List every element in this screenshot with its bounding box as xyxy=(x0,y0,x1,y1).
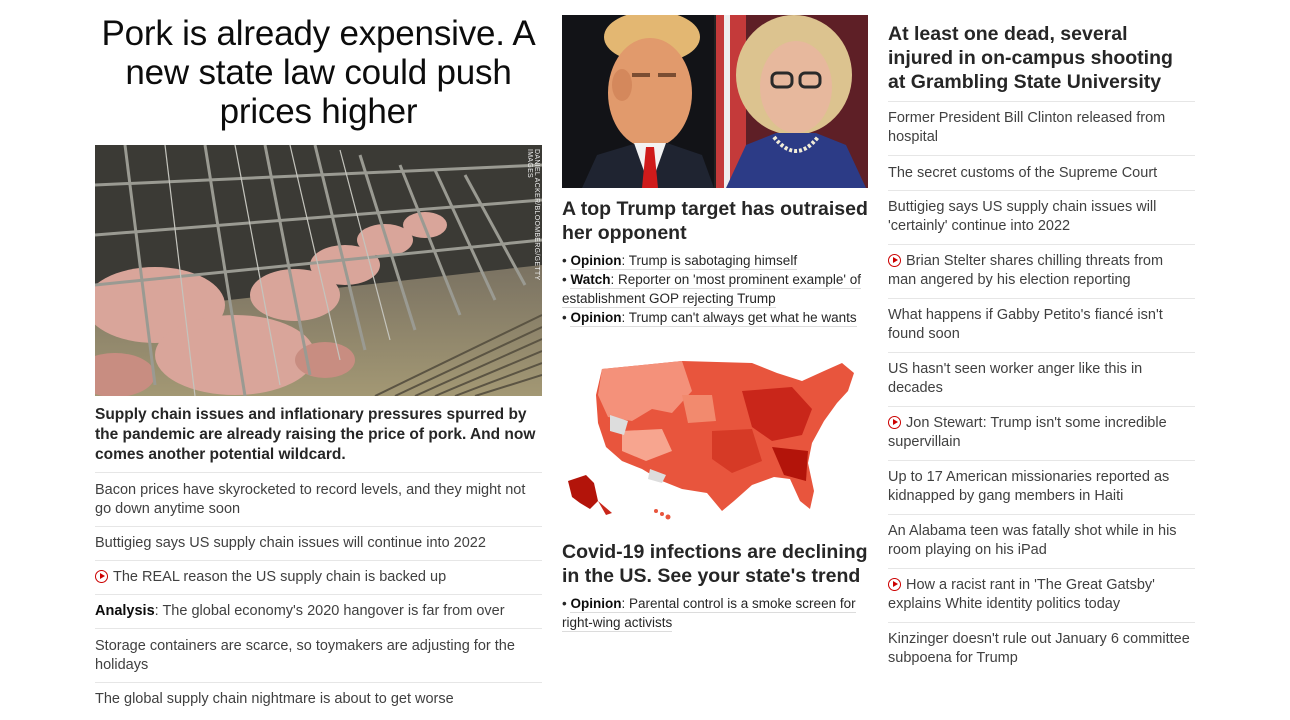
trump-cheney-photo[interactable] xyxy=(562,15,868,188)
headline-link[interactable]: Buttigieg says US supply chain issues wi… xyxy=(888,199,1156,234)
lead-headline[interactable]: Pork is already expensive. A new state l… xyxy=(95,14,542,131)
bullet-item[interactable]: • Watch: Reporter on 'most prominent exa… xyxy=(562,270,868,308)
trump-photo xyxy=(562,15,714,188)
video-play-icon xyxy=(95,570,108,583)
video-play-icon xyxy=(888,578,901,591)
list-item[interactable]: US hasn't seen worker anger like this in… xyxy=(888,352,1195,406)
list-item[interactable]: The REAL reason the US supply chain is b… xyxy=(95,560,542,594)
list-item[interactable]: Kinzinger doesn't rule out January 6 com… xyxy=(888,622,1195,676)
watch-label: Watch xyxy=(570,272,611,287)
lead-story: Pork is already expensive. A new state l… xyxy=(95,14,542,716)
list-item[interactable]: What happens if Gabby Petito's fiancé is… xyxy=(888,298,1195,352)
video-play-icon xyxy=(888,254,901,267)
covid-map[interactable] xyxy=(562,351,868,526)
bullet-item[interactable]: • Opinion: Parental control is a smoke s… xyxy=(562,594,868,632)
headline-link[interactable]: US hasn't seen worker anger like this in… xyxy=(888,361,1142,396)
opinion-label: Opinion xyxy=(570,596,622,611)
list-item[interactable]: Jon Stewart: Trump isn't some incredible… xyxy=(888,406,1195,460)
trump-image xyxy=(562,15,714,188)
headline-link[interactable]: The secret customs of the Supreme Court xyxy=(888,165,1157,181)
related-link[interactable]: The global supply chain nightmare is abo… xyxy=(95,691,454,707)
us-covid-map-image xyxy=(568,361,854,520)
list-item[interactable]: How a racist rant in 'The Great Gatsby' … xyxy=(888,568,1195,622)
list-item[interactable]: Buttigieg says US supply chain issues wi… xyxy=(95,526,542,560)
related-link[interactable]: Buttigieg says US supply chain issues wi… xyxy=(95,535,486,551)
headline-link[interactable]: Jon Stewart: Trump isn't some incredible… xyxy=(888,415,1167,450)
list-item[interactable]: Bacon prices have skyrocketed to record … xyxy=(95,472,542,526)
related-link[interactable]: Storage containers are scarce, so toymak… xyxy=(95,638,515,673)
bullet-link[interactable]: : Trump is sabotaging himself xyxy=(621,253,797,268)
list-item[interactable]: Storage containers are scarce, so toymak… xyxy=(95,628,542,682)
middle-column: A top Trump target has outraised her opp… xyxy=(562,15,868,632)
headline-link[interactable]: Brian Stelter shares chilling threats fr… xyxy=(888,253,1163,288)
opinion-label: Opinion xyxy=(570,310,622,325)
headline-link[interactable]: Former President Bill Clinton released f… xyxy=(888,110,1165,145)
right-column: At least one dead, several injured in on… xyxy=(888,22,1195,676)
cheney-photo xyxy=(716,15,868,188)
bullet-link[interactable]: : Trump can't always get what he wants xyxy=(621,310,856,325)
related-link[interactable]: : The global economy's 2020 hangover is … xyxy=(155,603,505,619)
bullet-item[interactable]: • Opinion: Trump can't always get what h… xyxy=(562,308,868,327)
video-play-icon xyxy=(888,416,901,429)
headline-link[interactable]: Kinzinger doesn't rule out January 6 com… xyxy=(888,631,1190,666)
trump-bullets: • Opinion: Trump is sabotaging himself •… xyxy=(562,251,868,327)
list-item[interactable]: Up to 17 American missionaries reported … xyxy=(888,460,1195,514)
headline-link[interactable]: Up to 17 American missionaries reported … xyxy=(888,469,1169,504)
related-link[interactable]: Bacon prices have skyrocketed to record … xyxy=(95,482,525,517)
photo-credit: DANIEL ACKER/BLOOMBERG/GETTY IMAGES xyxy=(526,149,540,281)
analysis-label: Analysis xyxy=(95,603,155,619)
covid-bullets: • Opinion: Parental control is a smoke s… xyxy=(562,594,868,632)
opinion-label: Opinion xyxy=(570,253,622,268)
headline-list: Former President Bill Clinton released f… xyxy=(888,101,1195,676)
bullet-item[interactable]: • Opinion: Trump is sabotaging himself xyxy=(562,251,868,270)
related-link[interactable]: The REAL reason the US supply chain is b… xyxy=(113,569,446,585)
headline-link[interactable]: How a racist rant in 'The Great Gatsby' … xyxy=(888,577,1155,612)
trump-target-headline[interactable]: A top Trump target has outraised her opp… xyxy=(562,197,868,245)
covid-headline[interactable]: Covid-19 infections are declining in the… xyxy=(562,540,868,588)
grambling-headline[interactable]: At least one dead, several injured in on… xyxy=(888,22,1195,94)
list-item[interactable]: Analysis: The global economy's 2020 hang… xyxy=(95,594,542,628)
list-item[interactable]: Former President Bill Clinton released f… xyxy=(888,101,1195,155)
list-item[interactable]: Brian Stelter shares chilling threats fr… xyxy=(888,244,1195,298)
list-item[interactable]: Buttigieg says US supply chain issues wi… xyxy=(888,190,1195,244)
related-list: Bacon prices have skyrocketed to record … xyxy=(95,472,542,716)
list-item[interactable]: The secret customs of the Supreme Court xyxy=(888,155,1195,190)
lead-photo[interactable]: DANIEL ACKER/BLOOMBERG/GETTY IMAGES xyxy=(95,145,542,396)
cheney-image xyxy=(716,15,868,188)
headline-link[interactable]: What happens if Gabby Petito's fiancé is… xyxy=(888,307,1163,342)
list-item[interactable]: An Alabama teen was fatally shot while i… xyxy=(888,514,1195,568)
list-item[interactable]: The global supply chain nightmare is abo… xyxy=(95,682,542,716)
pig-farm-image xyxy=(95,145,542,396)
lead-description[interactable]: Supply chain issues and inflationary pre… xyxy=(95,405,542,465)
headline-link[interactable]: An Alabama teen was fatally shot while i… xyxy=(888,523,1177,558)
